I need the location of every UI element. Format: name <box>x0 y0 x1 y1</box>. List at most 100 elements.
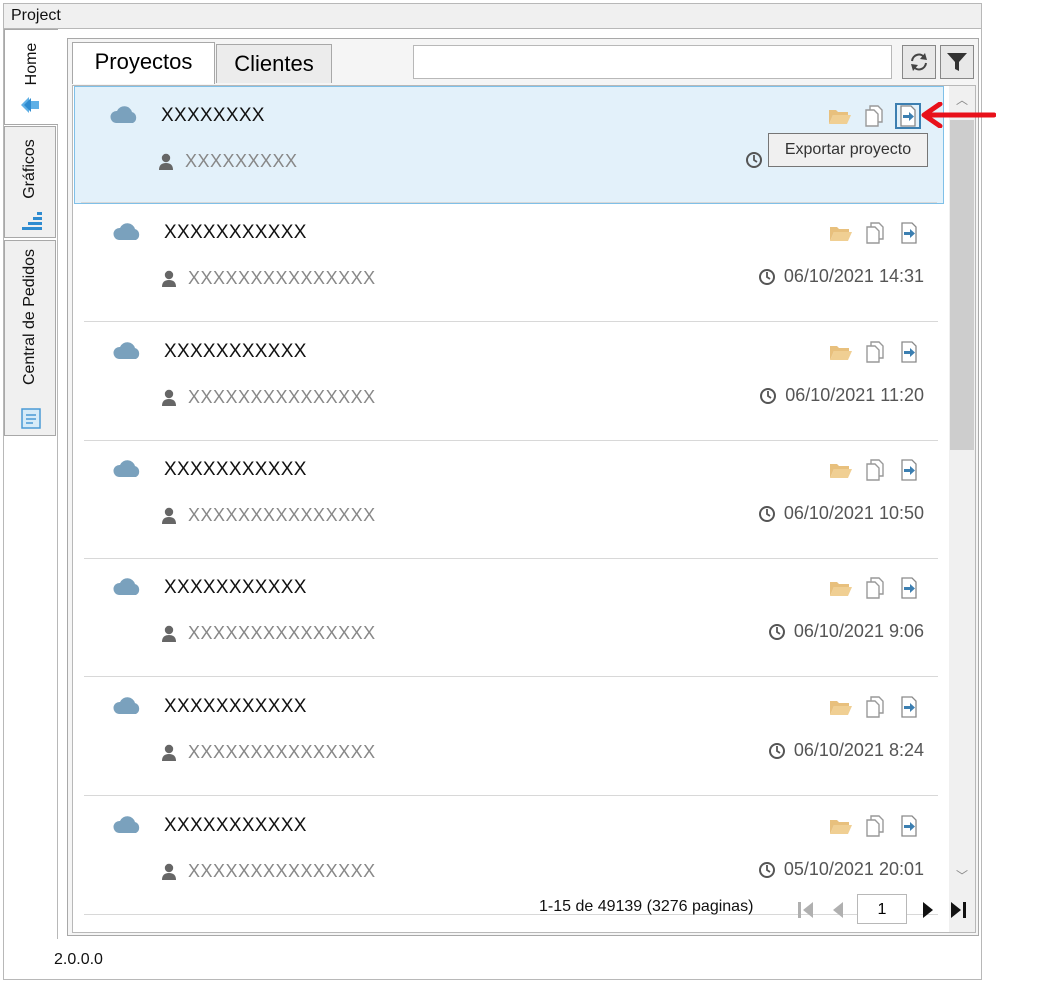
project-row[interactable]: XXXXXXXXXXX XXXXXXXXXXXXXXX 06/10/2021 10:… <box>78 441 944 559</box>
folder-icon <box>830 464 852 478</box>
user-icon <box>162 389 176 406</box>
project-date: 05/10/2021 20:01 <box>783 859 924 879</box>
sidebar-tab-label: Central de Pedidos <box>21 248 38 386</box>
client-name: XXXXXXXXXXXXXXX <box>188 505 376 525</box>
copy-icon <box>866 341 884 363</box>
row-actions <box>823 103 923 129</box>
copy-button[interactable] <box>862 694 888 720</box>
tab-clientes[interactable]: Clientes <box>216 44 332 83</box>
project-row[interactable]: XXXXXXXXXXX XXXXXXXXXXXXXXX 06/10/2021 9:0… <box>78 559 944 677</box>
open-folder-button[interactable] <box>827 103 853 129</box>
clock-icon <box>746 152 762 168</box>
row-separator <box>84 795 938 796</box>
cloud-icon <box>113 697 140 714</box>
project-row[interactable]: XXXXXXXXXXX XXXXXXXXXXXXXXX 06/10/2021 14:… <box>78 204 944 322</box>
copy-button[interactable] <box>862 457 888 483</box>
client-name: XXXXXXXXXXXXXXX <box>188 268 376 288</box>
copy-button[interactable] <box>862 813 888 839</box>
copy-icon <box>866 696 884 718</box>
sidebar-tab-central-pedidos[interactable]: Central de Pedidos <box>4 240 56 436</box>
copy-button[interactable] <box>862 220 888 246</box>
row-actions <box>824 694 924 720</box>
open-folder-button[interactable] <box>828 220 854 246</box>
last-page-icon[interactable] <box>947 899 969 921</box>
export-button[interactable] <box>896 220 922 246</box>
cloud-icon <box>113 578 140 595</box>
project-name: XXXXXXXX <box>161 105 265 126</box>
project-name: XXXXXXXXXXX <box>164 459 307 480</box>
first-page-icon[interactable] <box>795 899 817 921</box>
export-button[interactable] <box>896 575 922 601</box>
export-icon <box>901 222 917 244</box>
copy-icon <box>866 577 884 599</box>
clock-icon <box>760 388 777 404</box>
row-actions <box>824 220 924 246</box>
open-folder-button[interactable] <box>828 339 854 365</box>
export-icon <box>901 815 917 837</box>
export-icon <box>901 577 917 599</box>
clock-icon <box>758 862 775 878</box>
project-name: XXXXXXXXXXX <box>164 696 307 717</box>
row-actions <box>824 457 924 483</box>
user-icon <box>162 863 176 880</box>
client-name: XXXXXXXXXXXXXXX <box>188 387 376 407</box>
user-icon <box>162 270 176 287</box>
next-page-icon[interactable] <box>917 899 939 921</box>
scroll-thumb[interactable] <box>950 120 974 450</box>
filter-button[interactable] <box>940 45 974 79</box>
user-icon <box>162 625 176 642</box>
open-folder-button[interactable] <box>828 457 854 483</box>
export-button[interactable] <box>896 694 922 720</box>
copy-button[interactable] <box>862 575 888 601</box>
project-row[interactable]: XXXXXXXXXXX XXXXXXXXXXXXXXX 06/10/2021 8:2… <box>78 678 944 796</box>
project-date: 06/10/2021 10:50 <box>783 503 924 523</box>
folder-icon <box>830 227 852 241</box>
project-date: 06/10/2021 9:06 <box>793 621 924 641</box>
sidebar-tab-label: Home <box>22 42 40 86</box>
clock-icon <box>768 624 785 640</box>
export-button[interactable] <box>896 813 922 839</box>
clock-icon <box>768 743 785 759</box>
filter-icon <box>947 53 967 71</box>
row-separator <box>84 321 938 322</box>
export-icon <box>900 105 916 127</box>
copy-icon <box>866 459 884 481</box>
sidebar-tab-label: Gráficos <box>21 139 38 199</box>
folder-icon <box>829 110 851 124</box>
version-label: 2.0.0.0 <box>54 951 103 968</box>
clock-icon <box>758 506 775 522</box>
tab-proyectos[interactable]: Proyectos <box>72 42 215 84</box>
sidebar-tab-graficos[interactable]: Gráficos <box>4 126 56 238</box>
pagination-info: 1-15 de 49139 (3276 paginas) <box>539 898 754 915</box>
client-name: XXXXXXXXXXXXXXX <box>188 742 376 762</box>
search-input[interactable] <box>413 45 892 79</box>
export-icon <box>901 459 917 481</box>
copy-button[interactable] <box>861 103 887 129</box>
project-row[interactable]: XXXXXXXXXXX XXXXXXXXXXXXXXX 06/10/2021 11:… <box>78 323 944 441</box>
row-separator <box>81 202 937 203</box>
vertical-scrollbar[interactable]: ︿ ﹀ <box>949 86 975 932</box>
page-number-field[interactable]: 1 <box>857 894 907 924</box>
pagination: 1-15 de 49139 (3276 paginas) 1 <box>539 892 975 926</box>
copy-icon <box>866 222 884 244</box>
folder-icon <box>830 582 852 596</box>
project-name: XXXXXXXXXXX <box>164 222 307 243</box>
open-folder-button[interactable] <box>828 694 854 720</box>
row-actions <box>824 575 924 601</box>
copy-icon <box>866 815 884 837</box>
refresh-button[interactable] <box>902 45 936 79</box>
prev-page-icon[interactable] <box>827 899 849 921</box>
projects-list[interactable]: XXXXXXXX XXXXXXXXX XXXXXXXXXXX XXXXXXXXXXXX… <box>72 85 976 933</box>
export-button[interactable] <box>896 339 922 365</box>
project-name: XXXXXXXXXXX <box>164 815 307 836</box>
copy-button[interactable] <box>862 339 888 365</box>
orders-icon <box>21 408 41 429</box>
scroll-down-button[interactable]: ﹀ <box>949 866 975 886</box>
sidebar-tab-home[interactable]: Home <box>4 29 58 125</box>
export-button[interactable] <box>896 457 922 483</box>
open-folder-button[interactable] <box>828 575 854 601</box>
open-folder-button[interactable] <box>828 813 854 839</box>
refresh-icon <box>911 53 927 71</box>
clock-icon <box>758 269 775 285</box>
copy-icon <box>865 105 883 127</box>
